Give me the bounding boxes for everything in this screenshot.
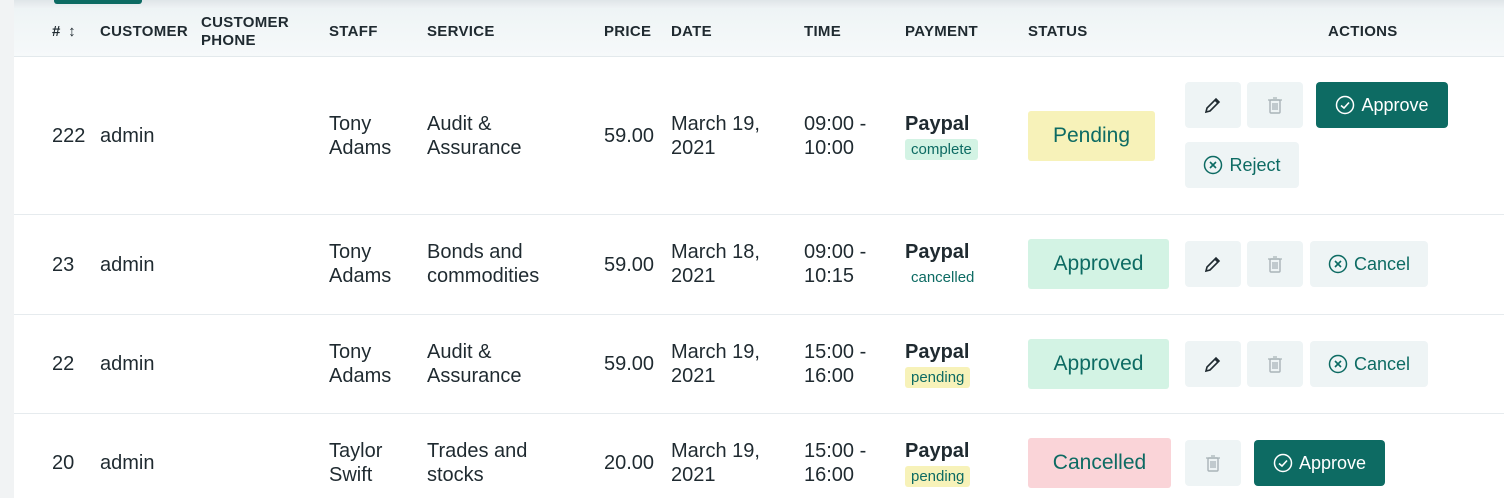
row-time: 15:00 -16:00	[804, 440, 867, 486]
table-row: 222 admin Tony Adams Audit & Assurance 59.…	[14, 57, 1504, 215]
approve-button[interactable]: Approve	[1254, 440, 1385, 486]
edit-button[interactable]	[1185, 341, 1241, 387]
row-customer: admin	[100, 452, 155, 474]
payment-method: Paypal	[905, 113, 970, 135]
payment-method: Paypal	[905, 440, 970, 462]
row-time: 09:00 -10:00	[804, 113, 867, 159]
trash-icon	[1268, 256, 1282, 273]
status-badge: Cancelled	[1028, 438, 1171, 488]
row-time: 09:00 -10:15	[804, 241, 867, 287]
col-price-header: PRICE	[604, 23, 652, 40]
row-price: 20.00	[604, 452, 655, 474]
col-customer-phone-header: CUSTOMER PHONE	[201, 14, 289, 49]
row-date: March 19, 2021	[671, 440, 760, 486]
row-staff: Tony Adams	[329, 241, 392, 287]
row-date: March 18, 2021	[671, 241, 760, 287]
payment-status-badge: cancelled	[911, 269, 975, 286]
col-actions-header: ACTIONS	[1328, 23, 1398, 40]
status-badge: Pending	[1028, 111, 1155, 161]
table-header: # ↕ CUSTOMER CUSTOMER PHONE STAFF SERVIC…	[14, 8, 1504, 57]
table-row: 20 admin Taylor Swift Trades and stocks 20…	[14, 414, 1504, 498]
col-payment-header: PAYMENT	[905, 23, 978, 40]
pencil-icon	[1204, 256, 1221, 273]
x-circle-icon	[1204, 155, 1223, 175]
row-customer: admin	[100, 125, 155, 147]
row-customer: admin	[100, 254, 155, 276]
row-staff: Tony Adams	[329, 113, 392, 159]
pencil-icon	[1204, 356, 1221, 373]
payment-status-badge: pending	[905, 367, 971, 388]
x-circle-icon	[1328, 254, 1348, 274]
trash-icon	[1268, 97, 1282, 114]
row-price: 59.00	[604, 254, 655, 276]
col-status-header: STATUS	[1028, 23, 1088, 40]
trash-icon	[1206, 455, 1220, 472]
payment-method: Paypal	[905, 241, 970, 263]
check-circle-icon	[1273, 453, 1293, 473]
row-staff: Taylor Swift	[329, 440, 383, 486]
payment-status-badge: complete	[905, 139, 978, 160]
col-service-header: SERVICE	[427, 23, 495, 40]
reject-button[interactable]: Reject	[1185, 142, 1299, 188]
col-id-header[interactable]: # ↕	[52, 23, 76, 41]
row-staff: Tony Adams	[329, 341, 392, 387]
row-service: Audit & Assurance	[427, 341, 522, 387]
active-tab-indicator[interactable]	[54, 0, 142, 4]
row-id: 22	[52, 353, 75, 375]
row-id: 20	[52, 452, 75, 474]
pencil-icon	[1204, 97, 1221, 114]
delete-button[interactable]	[1185, 440, 1241, 486]
row-id: 23	[52, 254, 75, 276]
status-badge: Approved	[1028, 339, 1169, 389]
edit-button[interactable]	[1185, 82, 1241, 128]
trash-icon	[1268, 356, 1282, 373]
row-date: March 19, 2021	[671, 341, 760, 387]
row-id: 222	[52, 125, 86, 147]
row-service: Trades and stocks	[427, 440, 528, 486]
edit-button[interactable]	[1185, 241, 1241, 287]
row-price: 59.00	[604, 353, 655, 375]
status-badge: Approved	[1028, 239, 1169, 289]
appointments-panel: # ↕ CUSTOMER CUSTOMER PHONE STAFF SERVIC…	[14, 0, 1504, 498]
col-customer-header: CUSTOMER	[100, 23, 188, 40]
table-row: 22 admin Tony Adams Audit & Assurance 59.0…	[14, 315, 1504, 414]
row-price: 59.00	[604, 125, 655, 147]
payment-method: Paypal	[905, 341, 970, 363]
row-customer: admin	[100, 353, 155, 375]
row-payment: Paypal cancelled	[905, 240, 980, 288]
approve-button[interactable]: Approve	[1316, 82, 1448, 128]
payment-status-badge: pending	[905, 466, 971, 487]
col-staff-header: STAFF	[329, 23, 378, 40]
check-circle-icon	[1336, 95, 1355, 115]
delete-button[interactable]	[1247, 241, 1303, 287]
row-service: Bonds and commodities	[427, 241, 540, 287]
sort-icon[interactable]: ↕	[68, 23, 76, 40]
col-date-header: DATE	[671, 23, 712, 40]
row-payment: Paypal complete	[905, 112, 978, 160]
row-date: March 19, 2021	[671, 113, 760, 159]
row-payment: Paypal pending	[905, 439, 971, 487]
x-circle-icon	[1328, 354, 1348, 374]
row-payment: Paypal pending	[905, 340, 971, 388]
table-row: 23 admin Tony Adams Bonds and commodities …	[14, 215, 1504, 315]
delete-button[interactable]	[1247, 82, 1303, 128]
cancel-button[interactable]: Cancel	[1310, 341, 1428, 387]
col-time-header: TIME	[804, 23, 842, 40]
delete-button[interactable]	[1247, 341, 1303, 387]
cancel-button[interactable]: Cancel	[1310, 241, 1428, 287]
row-service: Audit & Assurance	[427, 113, 522, 159]
tab-strip	[14, 0, 1504, 8]
row-time: 15:00 -16:00	[804, 341, 867, 387]
